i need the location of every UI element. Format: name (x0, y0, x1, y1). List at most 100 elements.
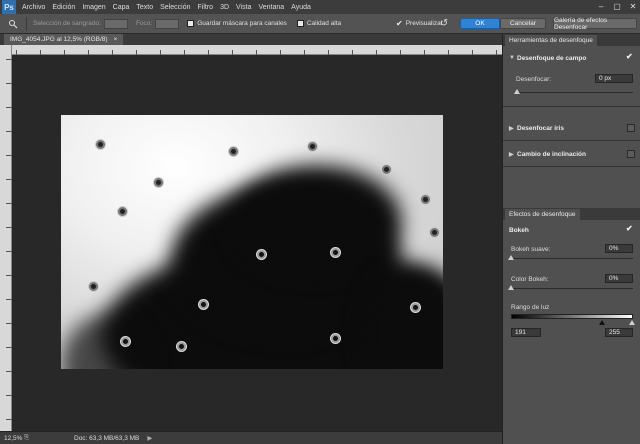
ok-button[interactable]: OK (460, 18, 500, 29)
menu-archivo[interactable]: Archivo (22, 4, 45, 11)
tilt-shift-checkbox[interactable] (627, 150, 635, 158)
blur-pin[interactable] (120, 336, 130, 346)
document-tab-bar: IMG_4054.JPG al 12,5% (RGB/8) × (0, 34, 502, 45)
selection-bleed-label: Selección de sangrado: (33, 20, 101, 27)
zoom-level[interactable]: 12,5% (0, 435, 24, 442)
field-blur-row[interactable]: ▼ Desenfoque de campo ✔ (503, 52, 640, 64)
divider (26, 16, 27, 31)
bokeh-soft-label: Bokeh suave: (511, 246, 551, 253)
menu-bar: Ps Archivo Edición Imagen Capa Texto Sel… (0, 0, 640, 14)
bokeh-check-icon[interactable]: ✔ (626, 224, 635, 234)
iris-blur-row[interactable]: ▶ Desenfocar iris (503, 122, 640, 134)
blur-pin[interactable] (307, 141, 317, 151)
iris-blur-checkbox[interactable] (627, 124, 635, 132)
menu-filtro[interactable]: Filtro (198, 4, 214, 11)
blur-slider-track[interactable] (517, 92, 633, 93)
selection-bleed-input[interactable] (103, 18, 128, 29)
document-info: Doc: 63,3 MB/63,3 MB (74, 434, 140, 442)
bokeh-color-input[interactable]: 0% (605, 274, 633, 283)
status-menu-arrow[interactable]: ▶ (147, 434, 152, 442)
expand-triangle-icon[interactable]: ▶ (509, 151, 515, 158)
close-icon[interactable]: ✕ (628, 1, 638, 11)
light-range-low-input[interactable]: 191 (511, 328, 541, 337)
status-bar: 12,5% ⎘ Doc: 63,3 MB/63,3 MB ▶ (0, 431, 502, 444)
preview-toggle[interactable]: ✔ Previsualizar (396, 19, 443, 28)
light-range-high-input[interactable]: 255 (605, 328, 633, 337)
bokeh-soft-slider-knob[interactable] (508, 255, 514, 260)
blur-pin[interactable] (198, 299, 208, 309)
dark-blur-region (231, 165, 401, 275)
menu-ayuda[interactable]: Ayuda (291, 4, 311, 11)
document-tab[interactable]: IMG_4054.JPG al 12,5% (RGB/8) × (4, 34, 124, 45)
horizontal-ruler (12, 45, 502, 55)
menu-texto[interactable]: Texto (136, 4, 153, 11)
bokeh-color-label: Color Bokeh: (511, 276, 549, 283)
focus-input[interactable] (155, 18, 180, 29)
image-canvas[interactable] (61, 115, 443, 369)
tab-blur-tools[interactable]: Herramientas de desenfoque (505, 35, 597, 46)
bokeh-color-slider-knob[interactable] (508, 285, 514, 290)
bokeh-row[interactable]: Bokeh ✔ (503, 224, 640, 236)
field-blur-label: Desenfoque de campo (517, 54, 587, 62)
document-status-icon[interactable]: ⎘ (24, 434, 34, 442)
bokeh-color-slider-track[interactable] (511, 288, 633, 289)
save-mask-checkbox[interactable] (187, 20, 195, 27)
tilt-shift-label: Cambio de inclinación (517, 150, 586, 158)
document-tab-title: IMG_4054.JPG al 12,5% (RGB/8) (10, 36, 108, 43)
bokeh-soft-slider-track[interactable] (511, 258, 633, 259)
expand-triangle-icon[interactable]: ▶ (509, 125, 515, 132)
divider (503, 166, 640, 167)
minimize-icon[interactable]: – (596, 1, 606, 11)
blur-pin[interactable] (88, 281, 98, 291)
vertical-ruler (0, 45, 12, 433)
menu-vista[interactable]: Vista (236, 4, 251, 11)
blur-pin[interactable] (429, 227, 439, 237)
blur-gallery-button[interactable]: Galería de efectos Desenfocar (553, 17, 637, 31)
blur-pin[interactable] (95, 139, 105, 149)
light-range-high-knob[interactable] (629, 320, 635, 325)
tilt-shift-row[interactable]: ▶ Cambio de inclinación (503, 148, 640, 160)
blur-tools-header: Herramientas de desenfoque (503, 34, 640, 46)
collapse-triangle-icon[interactable]: ▼ (509, 55, 515, 61)
menu-edicion[interactable]: Edición (52, 4, 75, 11)
photoshop-logo: Ps (2, 0, 16, 14)
blur-pin[interactable] (256, 249, 266, 259)
save-mask-label: Guardar máscara para canales (197, 20, 287, 27)
menu-ventana[interactable]: Ventana (258, 4, 284, 11)
blur-pin[interactable] (381, 164, 391, 174)
high-quality-checkbox[interactable] (296, 20, 304, 27)
blur-slider-knob[interactable] (514, 89, 520, 94)
blur-amount-input[interactable]: 0 px (595, 74, 633, 83)
menu-capa[interactable]: Capa (113, 4, 130, 11)
maximize-icon[interactable]: ▢ (612, 1, 622, 11)
light-range-gradient[interactable] (511, 314, 633, 319)
divider (503, 140, 640, 141)
preview-check-icon: ✔ (396, 19, 403, 28)
blur-pin[interactable] (420, 194, 430, 204)
window-controls: – ▢ ✕ (596, 1, 638, 11)
tab-close-icon[interactable]: × (114, 36, 118, 43)
cancel-button[interactable]: Cancelar (500, 18, 546, 29)
blur-pin-selected[interactable] (330, 333, 340, 343)
field-blur-check-icon[interactable]: ✔ (626, 52, 635, 62)
bokeh-soft-input[interactable]: 0% (605, 244, 633, 253)
options-bar: Selección de sangrado: Foco: Guardar más… (0, 14, 640, 34)
menu-3d[interactable]: 3D (220, 4, 229, 11)
pin-tool-icon[interactable] (6, 17, 20, 31)
blur-pin[interactable] (117, 206, 127, 216)
blur-pin[interactable] (176, 341, 186, 351)
menu-imagen[interactable]: Imagen (82, 4, 105, 11)
blur-pin[interactable] (153, 177, 163, 187)
blur-effects-header: Efectos de desenfoque (503, 208, 640, 220)
light-range-label: Rango de luz (511, 304, 550, 311)
focus-label: Foco: (135, 20, 153, 27)
menu-seleccion[interactable]: Selección (160, 4, 190, 11)
light-range-low-knob[interactable] (599, 320, 605, 325)
bokeh-label: Bokeh (509, 226, 529, 234)
tab-blur-effects[interactable]: Efectos de desenfoque (505, 209, 580, 220)
blur-pin[interactable] (228, 146, 238, 156)
blur-pin[interactable] (410, 302, 420, 312)
blur-pin[interactable] (330, 247, 340, 257)
blur-amount-label: Desenfocar: (516, 76, 552, 83)
reset-pins-icon[interactable]: ↺ (438, 17, 450, 29)
